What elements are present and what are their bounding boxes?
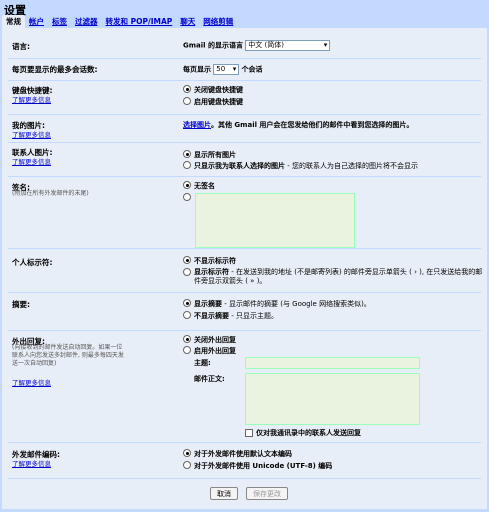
contact-pictures-learn-more-link[interactable]: 了解更多信息	[12, 156, 51, 166]
encoding-default-label: 对于外发邮件使用默认文本编码	[194, 450, 292, 458]
tab-labels[interactable]: 标签	[48, 15, 71, 28]
snippets-show-desc: - 显示邮件的摘要 (与 Google 网络搜索类似)。	[224, 300, 371, 308]
signature-hint: (附加在所有外发邮件的末尾)	[12, 190, 89, 197]
language-label: 语言:	[12, 42, 30, 51]
encoding-utf8-option[interactable]: 对于外发邮件使用 Unicode (UTF-8) 编码	[183, 461, 332, 471]
snippets-row: 摘要: 显示摘要 - 显示邮件的摘要 (与 Google 网络搜索类似)。 不显…	[8, 292, 481, 326]
indicators-off-option[interactable]: 不显示标示符	[183, 256, 236, 266]
vacation-on-option[interactable]: 启用外出回复	[183, 346, 236, 356]
vacation-row: 外出回复: (向接收到的邮件发送自动回复。如果一位联系人向您发送多封邮件, 则最…	[8, 330, 481, 440]
radio-selected-icon[interactable]	[183, 150, 191, 158]
signature-none-label: 无签名	[194, 182, 215, 190]
settings-tabs: 常规 帐户 标签 过滤器 转发和 POP/IMAP 聊天 网络剪辑	[2, 15, 237, 28]
vacation-subject-input[interactable]	[245, 357, 420, 369]
tab-web-clips[interactable]: 网络剪辑	[199, 15, 237, 28]
select-picture-link[interactable]: 选择图片	[183, 121, 211, 129]
encoding-learn-more-link[interactable]: 了解更多信息	[12, 458, 51, 468]
indicators-off-label: 不显示标示符	[194, 257, 236, 265]
personal-indicators-label: 个人标示符:	[12, 258, 53, 267]
vacation-body-textarea[interactable]	[245, 373, 420, 425]
checkbox-icon[interactable]	[245, 429, 253, 437]
page-size-select[interactable]: 50	[213, 64, 240, 75]
shortcuts-on-option[interactable]: 启用键盘快捷键	[183, 97, 243, 107]
indicators-on-label: 显示标示符	[194, 268, 229, 276]
save-changes-button[interactable]: 保存更改	[246, 487, 288, 500]
my-picture-text: 。其他 Gmail 用户会在您发给他们的邮件中看到您选择的图片。	[211, 121, 414, 129]
encoding-default-option[interactable]: 对于外发邮件使用默认文本编码	[183, 449, 292, 459]
tab-accounts[interactable]: 帐户	[25, 15, 48, 28]
my-picture-row: 我的图片: 了解更多信息 选择图片。其他 Gmail 用户会在您发给他们的邮件中…	[8, 114, 481, 142]
snippets-show-option[interactable]: 显示摘要 - 显示邮件的摘要 (与 Google 网络搜索类似)。	[183, 299, 371, 309]
radio-selected-icon[interactable]	[183, 335, 191, 343]
page-size-prefix: 每页显示	[183, 65, 211, 74]
my-picture-control: 选择图片。其他 Gmail 用户会在您发给他们的邮件中看到您选择的图片。	[183, 120, 413, 130]
settings-panel: 语言: Gmail 的显示语言 中文 (简体) 每页要显示的最多会话数: 每页显…	[2, 28, 487, 509]
radio-icon[interactable]	[183, 346, 191, 354]
vacation-on-label: 启用外出回复	[194, 347, 236, 355]
radio-icon[interactable]	[183, 268, 191, 276]
cancel-button[interactable]: 取消	[210, 487, 238, 500]
contact-pictures-mine-label: 只显示我为联系人选择的图片	[194, 162, 285, 170]
language-row: 语言: Gmail 的显示语言 中文 (简体)	[8, 36, 481, 58]
vacation-learn-more-link[interactable]: 了解更多信息	[12, 377, 51, 387]
signature-none-option[interactable]: 无签名	[183, 181, 215, 191]
my-picture-learn-more-link[interactable]: 了解更多信息	[12, 129, 51, 139]
encoding-row: 外发邮件编码: 了解更多信息 对于外发邮件使用默认文本编码 对于外发邮件使用 U…	[8, 442, 481, 476]
shortcuts-on-label: 启用键盘快捷键	[194, 98, 243, 106]
shortcuts-off-option[interactable]: 关闭键盘快捷键	[183, 85, 243, 95]
radio-selected-icon[interactable]	[183, 256, 191, 264]
vacation-off-option[interactable]: 关闭外出回复	[183, 335, 236, 345]
language-select-value: 中文 (简体)	[248, 41, 284, 49]
radio-selected-icon[interactable]	[183, 299, 191, 307]
radio-selected-icon[interactable]	[183, 181, 191, 189]
signature-textarea[interactable]	[195, 193, 355, 248]
radio-icon[interactable]	[183, 311, 191, 319]
shortcuts-row: 键盘快捷键: 了解更多信息 关闭键盘快捷键 启用键盘快捷键	[8, 80, 481, 114]
radio-icon[interactable]	[183, 97, 191, 105]
personal-indicators-row: 个人标示符: 不显示标示符 显示标示符 - 在发送到我的地址 (不是邮寄列表) …	[8, 248, 483, 292]
snippets-show-label: 显示摘要	[194, 300, 222, 308]
language-prefix: Gmail 的显示语言	[183, 41, 243, 50]
vacation-body-label: 邮件正文:	[194, 375, 225, 383]
radio-selected-icon[interactable]	[183, 449, 191, 457]
vacation-contacts-only-option[interactable]: 仅对我通讯录中的联系人发送回复	[245, 428, 361, 438]
radio-icon[interactable]	[183, 193, 191, 201]
page-size-label: 每页要显示的最多会话数:	[12, 65, 98, 74]
page-size-row: 每页要显示的最多会话数: 每页显示 50 个会话	[8, 58, 481, 80]
snippets-hide-desc: - 只显示主题。	[231, 312, 278, 320]
contact-pictures-mine-option[interactable]: 只显示我为联系人选择的图片 - 您的联系人为自己选择的图片将不会显示	[183, 161, 418, 171]
page-size-control: 每页显示 50 个会话	[183, 64, 262, 75]
language-control: Gmail 的显示语言 中文 (简体)	[183, 40, 331, 51]
settings-window: 设置 常规 帐户 标签 过滤器 转发和 POP/IMAP 聊天 网络剪辑 语言:…	[0, 0, 489, 512]
language-select[interactable]: 中文 (简体)	[245, 40, 331, 51]
snippets-hide-label: 不显示摘要	[194, 312, 229, 320]
tab-chat[interactable]: 聊天	[176, 15, 199, 28]
shortcuts-off-label: 关闭键盘快捷键	[194, 86, 243, 94]
vacation-off-label: 关闭外出回复	[194, 336, 236, 344]
buttons-row: 取消 保存更改	[8, 478, 481, 506]
tab-forwarding[interactable]: 转发和 POP/IMAP	[102, 15, 177, 28]
contact-pictures-all-option[interactable]: 显示所有图片	[183, 150, 236, 160]
contact-pictures-row: 联系人图片: 了解更多信息 显示所有图片 只显示我为联系人选择的图片 - 您的联…	[8, 142, 481, 176]
snippets-label: 摘要:	[12, 300, 30, 309]
contact-pictures-mine-desc: - 您的联系人为自己选择的图片将不会显示	[287, 162, 418, 170]
vacation-subject-label: 主题:	[194, 359, 211, 367]
vacation-contacts-only-label: 仅对我通讯录中的联系人发送回复	[256, 429, 361, 437]
shortcuts-learn-more-link[interactable]: 了解更多信息	[12, 94, 51, 104]
contact-pictures-all-label: 显示所有图片	[194, 151, 236, 159]
indicators-on-option[interactable]: 显示标示符 - 在发送到我的地址 (不是邮寄列表) 的邮件旁显示单箭头 ( › …	[183, 268, 483, 286]
vacation-hint: (向接收到的邮件发送自动回复。如果一位联系人向您发送多封邮件, 则最多每四天发送…	[12, 344, 124, 367]
radio-icon[interactable]	[183, 461, 191, 469]
radio-icon[interactable]	[183, 161, 191, 169]
page-size-suffix: 个会话	[241, 65, 263, 74]
encoding-utf8-label: 对于外发邮件使用 Unicode (UTF-8) 编码	[194, 462, 333, 470]
tab-filters[interactable]: 过滤器	[71, 15, 102, 28]
page-size-select-value: 50	[216, 65, 226, 73]
snippets-hide-option[interactable]: 不显示摘要 - 只显示主题。	[183, 311, 278, 321]
indicators-on-desc: - 在发送到我的地址 (不是邮寄列表) 的邮件旁显示单箭头 ( › ), 在只发…	[194, 268, 483, 285]
signature-custom-option[interactable]	[183, 193, 194, 201]
radio-selected-icon[interactable]	[183, 85, 191, 93]
tab-general[interactable]: 常规	[2, 15, 25, 28]
